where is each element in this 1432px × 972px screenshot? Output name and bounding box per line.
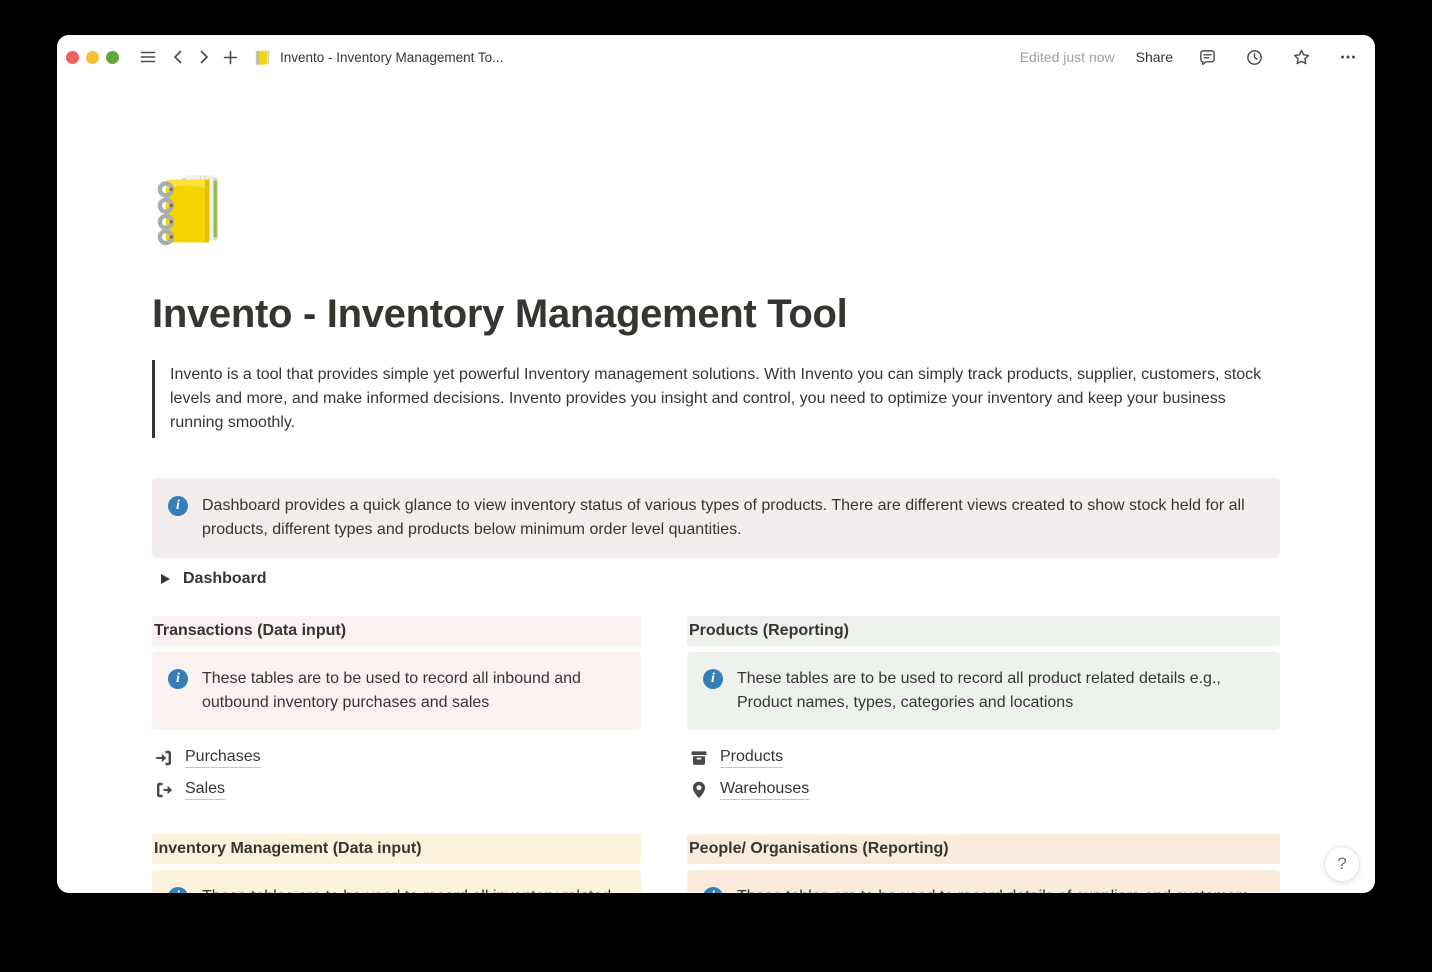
history-clock-icon[interactable] (1241, 44, 1267, 70)
section-header: Transactions (Data input) (152, 616, 641, 646)
notebook-icon (255, 49, 272, 66)
dashboard-toggle[interactable]: Dashboard (152, 570, 1280, 588)
section-header: Products (Reporting) (687, 616, 1280, 646)
page-link-sales[interactable]: Sales (152, 774, 641, 806)
screenshot-stage: Invento - Inventory Management To... Edi… (0, 0, 1432, 972)
titlebar-page-title: Invento - Inventory Management To... (280, 50, 503, 65)
info-icon: i (168, 496, 188, 516)
info-icon: i (703, 669, 723, 689)
section-products: Products (Reporting) i These tables are … (687, 616, 1280, 806)
close-window-button[interactable] (66, 51, 79, 64)
section-callout-text: These tables are to be used to record al… (202, 667, 625, 715)
section-transactions: Transactions (Data input) i These tables… (152, 616, 641, 806)
zoom-window-button[interactable] (106, 51, 119, 64)
page-link-products[interactable]: Products (687, 742, 1280, 774)
edited-status: Edited just now (1020, 49, 1115, 65)
info-icon: i (168, 669, 188, 689)
new-tab-icon[interactable] (217, 44, 243, 70)
dashboard-toggle-label: Dashboard (183, 570, 267, 588)
share-button[interactable]: Share (1136, 49, 1173, 65)
archive-box-icon (689, 748, 709, 768)
section-title: People/ Organisations (Reporting) (689, 840, 949, 858)
section-title: Inventory Management (Data input) (154, 840, 422, 858)
sections-grid: Transactions (Data input) i These tables… (152, 616, 1280, 893)
section-callout-text: These tables are to be used to record al… (202, 885, 625, 893)
comments-icon[interactable] (1194, 44, 1220, 70)
page-content: Invento - Inventory Management Tool Inve… (57, 35, 1375, 893)
favorite-star-icon[interactable] (1288, 44, 1314, 70)
section-header: People/ Organisations (Reporting) (687, 834, 1280, 864)
section-title: Products (Reporting) (689, 622, 849, 640)
titlebar: Invento - Inventory Management To... Edi… (57, 35, 1375, 79)
location-pin-icon (689, 780, 709, 800)
link-label: Sales (185, 780, 225, 800)
section-inventory-management: Inventory Management (Data input) i Thes… (152, 834, 641, 893)
info-icon: i (168, 887, 188, 893)
exit-door-icon (154, 780, 174, 800)
window-controls (66, 51, 119, 64)
section-people-organisations: People/ Organisations (Reporting) i Thes… (687, 834, 1280, 893)
page-link-warehouses[interactable]: Warehouses (687, 774, 1280, 806)
link-label: Products (720, 748, 783, 768)
section-callout-text: These tables are to be used to record al… (737, 667, 1264, 715)
link-label: Warehouses (720, 780, 809, 800)
help-button[interactable]: ? (1324, 846, 1360, 882)
section-links: Purchases Sales (152, 742, 641, 806)
section-header: Inventory Management (Data input) (152, 834, 641, 864)
sidebar-menu-icon[interactable] (135, 44, 161, 70)
breadcrumb[interactable]: Invento - Inventory Management To... (255, 49, 503, 66)
page-notebook-icon[interactable] (155, 171, 233, 249)
page-title[interactable]: Invento - Inventory Management Tool (152, 290, 1280, 338)
back-icon[interactable] (165, 44, 191, 70)
section-callout-text: These tables are to be used to record de… (737, 885, 1249, 893)
dashboard-callout: i Dashboard provides a quick glance to v… (152, 478, 1280, 558)
section-title: Transactions (Data input) (154, 622, 346, 640)
section-callout: i These tables are to be used to record … (152, 652, 641, 730)
section-links: Products Warehouses (687, 742, 1280, 806)
link-label: Purchases (185, 748, 261, 768)
more-options-icon[interactable] (1335, 44, 1361, 70)
app-window: Invento - Inventory Management To... Edi… (57, 35, 1375, 893)
toggle-arrow-icon (161, 574, 170, 584)
info-icon: i (703, 887, 723, 893)
forward-icon[interactable] (191, 44, 217, 70)
page-link-purchases[interactable]: Purchases (152, 742, 641, 774)
dashboard-callout-text: Dashboard provides a quick glance to vie… (202, 494, 1264, 542)
minimize-window-button[interactable] (86, 51, 99, 64)
section-callout: i These tables are to be used to record … (152, 870, 641, 893)
section-callout: i These tables are to be used to record … (687, 652, 1280, 730)
section-callout: i These tables are to be used to record … (687, 870, 1280, 893)
enter-door-icon (154, 748, 174, 768)
intro-quote-block: Invento is a tool that provides simple y… (152, 360, 1262, 438)
